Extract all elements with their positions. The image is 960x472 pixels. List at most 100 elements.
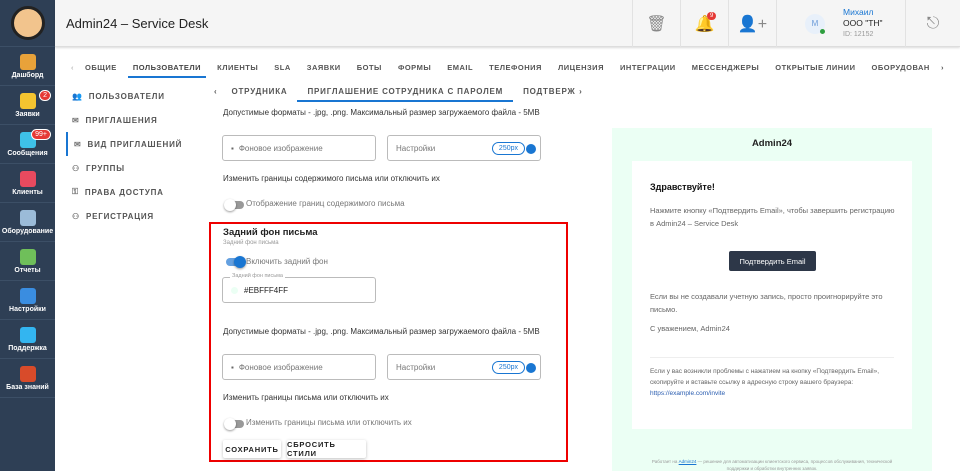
trash-button[interactable]: 🗑 bbox=[632, 0, 680, 47]
sidebar-item-8[interactable]: База знаний bbox=[0, 359, 55, 398]
add-user-button[interactable]: 👤+ bbox=[728, 0, 776, 47]
reset-styles-button[interactable]: СБРОСИТЬ СТИЛИ bbox=[287, 440, 366, 458]
content-border-toggle-label: Отображение границ содержимого письма bbox=[246, 199, 405, 208]
logout-button[interactable]: ⎋ bbox=[905, 0, 960, 47]
image-icon: ▪ bbox=[231, 362, 234, 372]
logout-icon: ⎋ bbox=[926, 14, 940, 32]
sidebar-item-label: Поддержка bbox=[8, 344, 47, 352]
sidebar-badge: 99+ bbox=[31, 129, 51, 140]
nav-item-label: ГРУППЫ bbox=[85, 163, 125, 173]
size-pill: 250px bbox=[491, 361, 525, 374]
clients-icon bbox=[19, 170, 36, 187]
enable-bg-toggle[interactable] bbox=[226, 256, 246, 268]
left-nav-item-3[interactable]: ⚇ ГРУППЫ bbox=[66, 156, 201, 180]
sidebar-item-label: Настройки bbox=[9, 305, 46, 313]
notifications-button[interactable]: 🔔 9 bbox=[680, 0, 728, 47]
subtabs-prev-chevron-icon[interactable]: ‹ bbox=[210, 82, 221, 102]
user-name: Михаил bbox=[843, 7, 874, 17]
tab-11[interactable]: МЕССЕНДЖЕРЫ bbox=[687, 58, 764, 78]
left-nav-item-1[interactable]: ✉ ПРИГЛАШЕНИЯ bbox=[66, 108, 201, 132]
settings-tabs: ‹ ОБЩИЕ ПОЛЬЗОВАТЕЛИ КЛИЕНТЫ SLA ЗАЯВКИ БОТЫ Ф… bbox=[65, 58, 950, 78]
sidebar-item-0[interactable]: Дашборд bbox=[0, 47, 55, 86]
sidebar-item-label: Оборудование bbox=[1, 227, 54, 235]
bg-image-input-2[interactable]: ▪ Фоновое изображение bbox=[222, 354, 376, 380]
border-title: Изменить границы письма или отключить их bbox=[223, 393, 389, 402]
tabs-next-chevron-icon[interactable]: › bbox=[935, 58, 950, 78]
tab-10[interactable]: ИНТЕГРАЦИИ bbox=[615, 58, 681, 78]
sidebar-item-label: Сообщения bbox=[7, 149, 48, 157]
greeting: Здравствуйте! bbox=[650, 182, 715, 192]
tab-12[interactable]: ОТКРЫТЫЕ ЛИНИИ bbox=[770, 58, 860, 78]
sidebar-item-7[interactable]: Поддержка bbox=[0, 320, 55, 359]
reports-icon bbox=[19, 248, 36, 265]
size-slider-handle[interactable] bbox=[526, 144, 536, 154]
sidebar-item-label: Клиенты bbox=[12, 188, 43, 196]
enable-bg-label: Включить задний фон bbox=[246, 257, 328, 266]
save-button[interactable]: СОХРАНИТЬ bbox=[223, 440, 281, 458]
bg-image-input[interactable]: ▪ Фоновое изображение bbox=[222, 135, 376, 161]
color-swatch[interactable] bbox=[231, 286, 238, 294]
tab-9[interactable]: ЛИЦЕНЗИЯ bbox=[553, 58, 609, 78]
settings-input[interactable]: Настройки 250px bbox=[387, 135, 541, 161]
user-id: ID: 12152 bbox=[843, 31, 874, 38]
footer-link[interactable]: Admin24 bbox=[679, 459, 697, 464]
sub-tab-1[interactable]: ПРИГЛАШЕНИЕ СОТРУДНИКА С ПАРОЛЕМ bbox=[297, 82, 514, 102]
tabs-prev-chevron-icon[interactable]: ‹ bbox=[65, 58, 80, 78]
left-nav-item-0[interactable]: 👥 ПОЛЬЗОВАТЕЛИ bbox=[66, 84, 201, 108]
dashboard-icon bbox=[19, 53, 36, 70]
section-subtitle: Задний фон письма bbox=[223, 240, 279, 246]
book-icon bbox=[19, 365, 36, 382]
size-slider-handle[interactable] bbox=[526, 363, 536, 373]
nav-item-icon: ✉ bbox=[72, 115, 80, 125]
nav-item-label: ВИД ПРИГЛАШЕНИЙ bbox=[87, 139, 183, 149]
tab-7[interactable]: EMAIL bbox=[442, 58, 478, 78]
left-nav-item-4[interactable]: ⚿ ПРАВА ДОСТУПА bbox=[66, 180, 201, 204]
sidebar-item-1[interactable]: Заявки 2 bbox=[0, 86, 55, 125]
nav-item-icon: ⚿ bbox=[72, 187, 79, 196]
email-preview: Admin24 Здравствуйте! Нажмите кнопку «По… bbox=[612, 128, 932, 471]
bg-color-label: Задний фон письма bbox=[230, 273, 285, 279]
tab-1[interactable]: ПОЛЬЗОВАТЕЛИ bbox=[127, 58, 207, 78]
sidebar-item-2[interactable]: Сообщения 99+ bbox=[0, 125, 55, 164]
tab-3[interactable]: SLA bbox=[269, 58, 296, 78]
header: Admin24 – Service Desk 🗑 🔔 9 👤+ М Михаил … bbox=[55, 0, 960, 47]
tab-6[interactable]: ФОРМЫ bbox=[393, 58, 436, 78]
formats-note-2: Допустимые форматы - .jpg, .png. Максима… bbox=[223, 327, 540, 336]
subtabs-next-chevron-icon[interactable]: › bbox=[575, 82, 586, 102]
content-border-toggle[interactable] bbox=[224, 199, 244, 211]
sub-tab-0[interactable]: ОТРУДНИКА bbox=[221, 82, 297, 102]
tab-13[interactable]: ОБОРУДОВАН bbox=[867, 58, 935, 78]
user-org: ООО "ТН" bbox=[843, 18, 883, 28]
tab-5[interactable]: БОТЫ bbox=[352, 58, 387, 78]
sidebar-item-label: Дашборд bbox=[11, 71, 44, 79]
border-toggle-label: Изменить границы письма или отключить их bbox=[246, 418, 412, 427]
user-profile[interactable]: М Михаил ООО "ТН" ID: 12152 bbox=[776, 0, 905, 47]
tab-2[interactable]: КЛИЕНТЫ bbox=[212, 58, 263, 78]
tab-4[interactable]: ЗАЯВКИ bbox=[302, 58, 346, 78]
left-nav: 👥 ПОЛЬЗОВАТЕЛИ ✉ ПРИГЛАШЕНИЯ ✉ ВИД ПРИГЛАШЕНИ… bbox=[66, 84, 201, 228]
sidebar-item-3[interactable]: Клиенты bbox=[0, 164, 55, 203]
sidebar-item-6[interactable]: Настройки bbox=[0, 281, 55, 320]
sidebar-item-label: Заявки bbox=[15, 110, 40, 118]
tab-0[interactable]: ОБЩИЕ bbox=[80, 58, 122, 78]
confirm-email-button[interactable]: Подтвердить Email bbox=[729, 251, 816, 271]
sidebar-item-5[interactable]: Отчеты bbox=[0, 242, 55, 281]
size-pill: 250px bbox=[491, 142, 525, 155]
ignore-text: Если вы не создавали учетную запись, про… bbox=[650, 292, 883, 314]
app-title: Admin24 – Service Desk bbox=[66, 16, 209, 31]
settings-input-2[interactable]: Настройки 250px bbox=[387, 354, 541, 380]
tab-8[interactable]: ТЕЛЕФОНИЯ bbox=[484, 58, 547, 78]
content-border-title: Изменить границы содержимого письма или … bbox=[223, 174, 440, 183]
regards-text: С уважением, Admin24 bbox=[650, 324, 730, 333]
nav-item-label: ПРАВА ДОСТУПА bbox=[84, 187, 164, 197]
sub-tab-2[interactable]: ПОДТВЕРЖДЕ bbox=[513, 82, 575, 102]
invite-link[interactable]: https://example.com/invite bbox=[650, 390, 725, 397]
left-nav-item-5[interactable]: ⚇ РЕГИСТРАЦИЯ bbox=[66, 204, 201, 228]
section-title: Задний фон письма bbox=[223, 227, 318, 238]
sidebar-item-4[interactable]: Оборудование bbox=[0, 203, 55, 242]
border-toggle[interactable] bbox=[224, 418, 244, 430]
left-nav-item-2[interactable]: ✉ ВИД ПРИГЛАШЕНИЙ bbox=[66, 132, 201, 156]
bg-color-input[interactable]: Задний фон письма #EBFFF4FF bbox=[222, 273, 376, 303]
avatar[interactable] bbox=[0, 0, 55, 47]
nav-item-label: РЕГИСТРАЦИЯ bbox=[85, 211, 154, 221]
